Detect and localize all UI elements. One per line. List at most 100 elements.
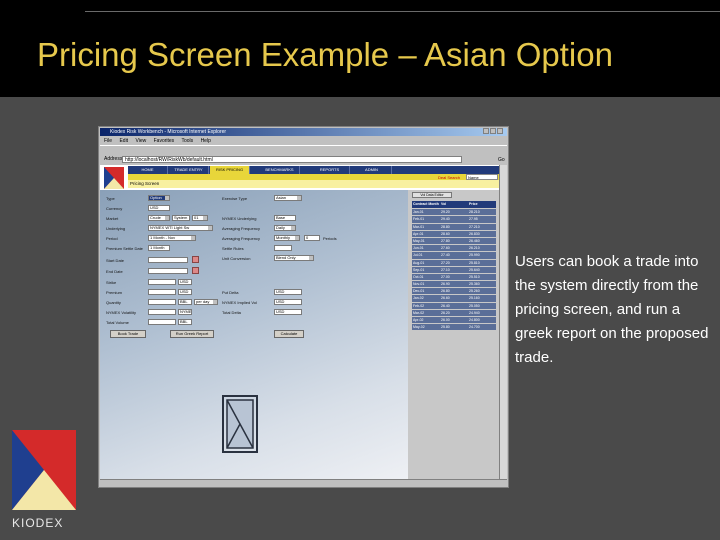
vol-table-row[interactable]: May-02 25.80 24.700 bbox=[412, 323, 496, 331]
quantity-field[interactable] bbox=[148, 299, 176, 305]
menu-file[interactable]: File bbox=[104, 138, 112, 144]
currency-field[interactable]: USD bbox=[148, 205, 170, 211]
nymex-underlying-field[interactable]: Base bbox=[274, 215, 296, 221]
vol-table-row[interactable]: Jun-01 27.60 26.210 bbox=[412, 244, 496, 252]
strike-field[interactable] bbox=[148, 279, 176, 285]
vol-table-row[interactable]: Mar-02 26.20 24.940 bbox=[412, 308, 496, 316]
underlying-select[interactable]: NYMEX WTI Light Sw bbox=[148, 225, 213, 231]
vol-table-cell: 24.940 bbox=[469, 310, 480, 315]
address-field[interactable]: http://localhost/RW/RiskWb/default.html bbox=[122, 156, 462, 163]
menu-help[interactable]: Help bbox=[201, 138, 211, 144]
vol-table-row[interactable]: Mar-01 28.80 27.210 bbox=[412, 222, 496, 230]
volatility-field[interactable] bbox=[148, 309, 176, 315]
put-delta-field[interactable]: USD bbox=[274, 289, 302, 295]
tab-admin[interactable]: ADMIN bbox=[352, 166, 392, 174]
vol-table-cell: May-02 bbox=[413, 325, 425, 330]
vol-table-row[interactable]: Jul-01 27.40 25.990 bbox=[412, 251, 496, 259]
vol-table-cell: 25.160 bbox=[469, 296, 480, 301]
vol-table-row[interactable]: Apr-02 26.00 24.800 bbox=[412, 316, 496, 324]
tab-home[interactable]: HOME bbox=[128, 166, 168, 174]
total-delta-field[interactable]: USD bbox=[274, 309, 302, 315]
menu-bar: File Edit View Favorites Tools Help bbox=[100, 137, 507, 145]
vol-table-cell: Feb-02 bbox=[413, 303, 425, 308]
vol-table-row[interactable]: Dec-01 26.80 25.260 bbox=[412, 287, 496, 295]
quantity-freq-select[interactable]: per day bbox=[194, 299, 218, 305]
tab-reports[interactable]: REPORTS bbox=[310, 166, 350, 174]
vol-table-cell: Jan-02 bbox=[413, 296, 424, 301]
vol-table-row[interactable]: Jan-02 26.60 25.160 bbox=[412, 294, 496, 302]
vol-table-cell: 25.050 bbox=[469, 303, 480, 308]
label-period: Period bbox=[106, 236, 118, 241]
address-bar: Address http://localhost/RW/RiskWb/defau… bbox=[100, 155, 507, 164]
vol-table-row[interactable]: Sep-01 27.10 25.640 bbox=[412, 265, 496, 273]
maximize-icon[interactable] bbox=[490, 128, 496, 134]
book-trade-button[interactable]: Book Trade bbox=[110, 330, 146, 338]
avg-period-value[interactable]: 0 bbox=[304, 235, 320, 241]
period-select[interactable]: 1 Month - Nov bbox=[148, 235, 196, 241]
menu-favorites[interactable]: Favorites bbox=[154, 138, 175, 144]
vol-table-cell: Apr-01 bbox=[413, 231, 424, 236]
vol-table-cell: 27.210 bbox=[469, 224, 480, 229]
label-total-delta: Total Delta bbox=[222, 310, 241, 315]
vol-table-cell: 26.60 bbox=[441, 296, 450, 301]
tab-risk-pricing[interactable]: RISK PRICING bbox=[210, 166, 250, 174]
calculate-button[interactable]: Calculate bbox=[274, 330, 304, 338]
premium-field[interactable] bbox=[148, 289, 176, 295]
market-ext-field[interactable]: System bbox=[172, 215, 190, 221]
label-put-delta: Put Delta bbox=[222, 290, 239, 295]
calendar-icon[interactable] bbox=[192, 267, 199, 274]
vol-table-row[interactable]: Feb-02 26.40 25.050 bbox=[412, 301, 496, 309]
strike-unit: USD bbox=[178, 279, 192, 285]
vol-table-column-header: Contract Month bbox=[413, 202, 439, 206]
vol-table-row[interactable]: Apr-01 28.60 26.830 bbox=[412, 229, 496, 237]
end-date-field[interactable] bbox=[148, 268, 188, 274]
menu-view[interactable]: View bbox=[135, 138, 146, 144]
vol-table-row[interactable]: May-01 27.80 26.460 bbox=[412, 236, 496, 245]
total-volume-field[interactable] bbox=[148, 319, 176, 325]
label-start-date: Start Date bbox=[106, 258, 125, 263]
tab-trade-entry[interactable]: TRADE ENTRY bbox=[169, 166, 209, 174]
vol-data-editor-button[interactable]: Vol Data Editor bbox=[412, 192, 452, 198]
unit-conversion-select[interactable]: Blend Only bbox=[274, 255, 314, 261]
vol-table-row[interactable]: Nov-01 26.90 25.360 bbox=[412, 280, 496, 288]
type-select[interactable]: Option bbox=[148, 195, 170, 201]
exercise-type-select[interactable]: Asian bbox=[274, 195, 302, 201]
calendar-icon[interactable] bbox=[192, 256, 199, 263]
vol-table-cell: 27.20 bbox=[441, 260, 450, 265]
market-select[interactable]: Crude bbox=[148, 215, 170, 221]
tab-benchmarks[interactable]: BENCHMARKS bbox=[260, 166, 300, 174]
vol-table-cell: 25.510 bbox=[469, 274, 480, 279]
menu-tools[interactable]: Tools bbox=[181, 138, 193, 144]
browser-toolbar bbox=[100, 145, 507, 155]
label-total-volume: Total Volume bbox=[106, 320, 129, 325]
close-icon[interactable] bbox=[497, 128, 503, 134]
premium-settle-field[interactable]: 1 Month bbox=[148, 245, 170, 251]
settle-rules-field[interactable] bbox=[274, 245, 292, 251]
slide-title: Pricing Screen Example – Asian Option bbox=[37, 36, 613, 73]
vol-table-row[interactable]: Jan-01 29.20 28.210 bbox=[412, 208, 496, 216]
market-qty-select[interactable]: 01 bbox=[192, 215, 208, 221]
vol-table-row[interactable]: Feb-01 29.40 27.95 bbox=[412, 215, 496, 223]
vol-table-cell: 27.40 bbox=[441, 253, 450, 258]
vol-table-cell: 27.00 bbox=[441, 274, 450, 279]
vol-table-cell: Jan-01 bbox=[413, 210, 424, 215]
quantity-unit: BBL bbox=[178, 299, 192, 305]
label-underlying: Underlying bbox=[106, 226, 126, 231]
label-quantity: Quantity bbox=[106, 300, 121, 305]
avg-period-select[interactable]: Monthly bbox=[274, 235, 300, 241]
avg-frequency-select[interactable]: Daily bbox=[274, 225, 296, 231]
run-greek-report-button[interactable]: Run Greek Report bbox=[170, 330, 214, 338]
title-rule bbox=[85, 11, 720, 12]
label-type: Type bbox=[106, 196, 115, 201]
vol-table-row[interactable]: Oct-01 27.00 25.510 bbox=[412, 272, 496, 281]
address-label: Address bbox=[104, 156, 123, 162]
vol-table-row[interactable]: Aug-01 27.20 25.810 bbox=[412, 258, 496, 266]
vertical-scrollbar[interactable] bbox=[499, 165, 507, 479]
go-button[interactable]: Go bbox=[498, 156, 505, 165]
minimize-icon[interactable] bbox=[483, 128, 489, 134]
start-date-field[interactable] bbox=[148, 257, 188, 263]
menu-edit[interactable]: Edit bbox=[119, 138, 128, 144]
screen-label: Pricing Screen bbox=[128, 180, 499, 188]
vol-table-cell: Oct-01 bbox=[413, 274, 424, 279]
implied-vol-field[interactable]: USD bbox=[274, 299, 302, 305]
